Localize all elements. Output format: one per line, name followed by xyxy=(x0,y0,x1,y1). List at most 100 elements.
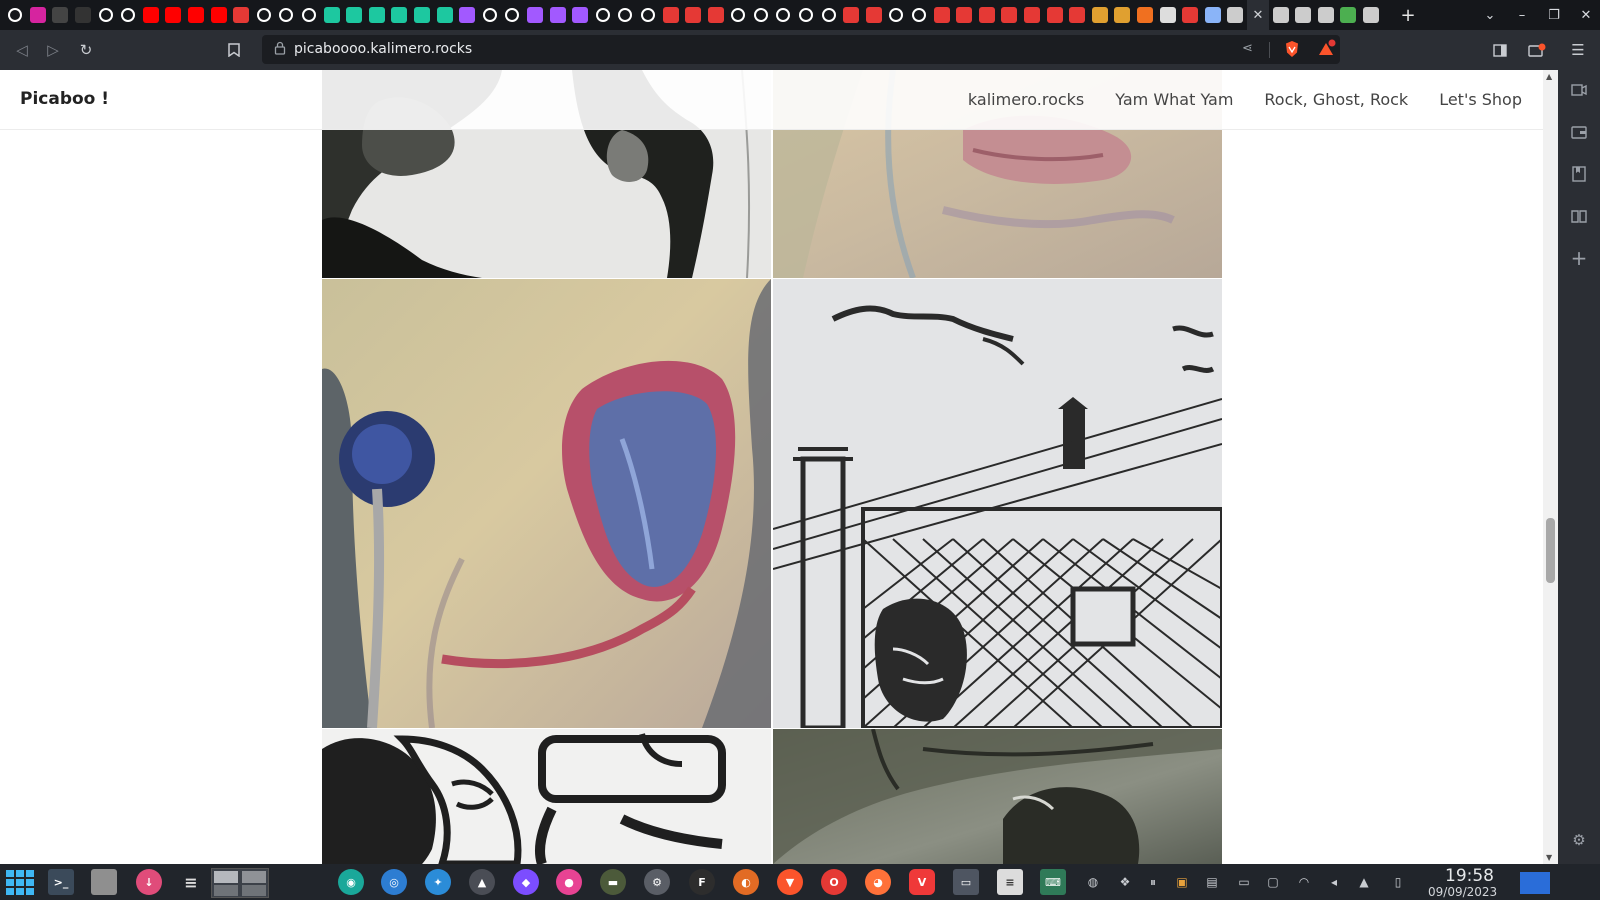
obsidian-icon[interactable]: ◆ xyxy=(513,869,539,895)
browser-tab[interactable] xyxy=(591,0,614,30)
browser-tab[interactable] xyxy=(298,0,321,30)
share-icon[interactable]: ⋖ xyxy=(1242,41,1253,56)
figma-icon[interactable]: F xyxy=(689,869,715,895)
browser-tab[interactable] xyxy=(1043,0,1066,30)
forward-icon[interactable]: ▷ xyxy=(43,40,63,60)
browser-tab[interactable] xyxy=(817,0,840,30)
browser-tab[interactable] xyxy=(162,0,185,30)
browser-tab[interactable] xyxy=(1224,0,1247,30)
browser-tab[interactable] xyxy=(366,0,389,30)
browser-tab[interactable] xyxy=(1111,0,1134,30)
browser-tab[interactable] xyxy=(27,0,50,30)
browser-tab[interactable] xyxy=(976,0,999,30)
zed-icon[interactable]: ≡ xyxy=(178,869,204,895)
add-panel-icon[interactable]: + xyxy=(1569,246,1589,270)
clock-time[interactable]: 19:58 xyxy=(1445,866,1494,886)
browser-tab[interactable] xyxy=(659,0,682,30)
browser-tab[interactable] xyxy=(1201,0,1224,30)
browser-tab[interactable] xyxy=(1179,0,1202,30)
browser-tab[interactable] xyxy=(1314,0,1337,30)
browser-tab[interactable] xyxy=(1089,0,1112,30)
vpn-icon[interactable]: ▲ xyxy=(469,869,495,895)
browser-tab[interactable] xyxy=(140,0,163,30)
browser-tab[interactable] xyxy=(253,0,276,30)
colors-icon[interactable]: ● xyxy=(556,869,582,895)
back-icon[interactable]: ◁ xyxy=(12,40,32,60)
browser-tab[interactable] xyxy=(614,0,637,30)
tab-search-icon[interactable]: ⌄ xyxy=(1482,8,1498,23)
firefox-icon[interactable]: ◕ xyxy=(865,869,891,895)
clock-date[interactable]: 09/09/2023 xyxy=(1428,885,1497,899)
browser-tab[interactable] xyxy=(275,0,298,30)
artwork-ink-water-tower[interactable] xyxy=(773,279,1222,728)
wallet-panel-icon[interactable] xyxy=(1569,122,1589,142)
downloader-icon[interactable]: ↓ xyxy=(136,869,162,895)
phone-icon[interactable]: ▯ xyxy=(1390,874,1406,890)
browser-tab[interactable] xyxy=(320,0,343,30)
browser-tab[interactable] xyxy=(1066,0,1089,30)
browser-tab[interactable] xyxy=(930,0,953,30)
workspaces-icon[interactable] xyxy=(211,868,269,898)
browser-tab[interactable] xyxy=(840,0,863,30)
settings-icon[interactable]: ⚙ xyxy=(644,869,670,895)
browser-tab[interactable] xyxy=(1156,0,1179,30)
browser-tab[interactable] xyxy=(1021,0,1044,30)
keyboard-icon[interactable]: ⌨ xyxy=(1040,869,1066,895)
browser-tab[interactable] xyxy=(411,0,434,30)
nav-link-lets-shop[interactable]: Let's Shop xyxy=(1439,90,1522,109)
dropbox-icon[interactable]: ❖ xyxy=(1117,874,1133,890)
start-menu-icon[interactable] xyxy=(6,870,34,896)
browser-tab[interactable] xyxy=(433,0,456,30)
browser-tab[interactable] xyxy=(230,0,253,30)
browser-tab[interactable] xyxy=(704,0,727,30)
browser-tab[interactable] xyxy=(1269,0,1292,30)
brave-shields-icon[interactable] xyxy=(1282,39,1302,59)
page-scrollbar[interactable]: ▲ ▼ xyxy=(1543,70,1558,864)
nav-link-yam-what-yam[interactable]: Yam What Yam xyxy=(1115,90,1233,109)
browser-tab[interactable] xyxy=(4,0,27,30)
files-icon[interactable] xyxy=(91,869,117,895)
wifi-icon[interactable]: ◠ xyxy=(1296,874,1312,890)
minimize-button[interactable]: – xyxy=(1514,8,1530,23)
scroll-down-arrow-icon[interactable]: ▼ xyxy=(1546,853,1552,862)
nav-link-rock-ghost-rock[interactable]: Rock, Ghost, Rock xyxy=(1264,90,1408,109)
bookmarks-panel-icon[interactable] xyxy=(1569,164,1589,184)
browser-tab[interactable] xyxy=(569,0,592,30)
browser-tab[interactable] xyxy=(1360,0,1383,30)
nav-link-kalimero[interactable]: kalimero.rocks xyxy=(968,90,1084,109)
browser-tab[interactable] xyxy=(750,0,773,30)
app-orange-icon[interactable]: ◐ xyxy=(733,869,759,895)
clipboard-tray-icon[interactable]: ▤ xyxy=(1204,874,1220,890)
browser-icon[interactable]: ◎ xyxy=(381,869,407,895)
artwork-charcoal-figure[interactable] xyxy=(773,729,1222,864)
show-desktop-icon[interactable] xyxy=(1520,872,1550,894)
reading-list-icon[interactable] xyxy=(1569,206,1589,226)
globe-icon[interactable]: ◍ xyxy=(1085,874,1101,890)
browser-tab[interactable] xyxy=(682,0,705,30)
browser-tab[interactable] xyxy=(501,0,524,30)
browser-tab[interactable] xyxy=(207,0,230,30)
browser-tab[interactable] xyxy=(117,0,140,30)
browser-tab[interactable] xyxy=(1292,0,1315,30)
site-title[interactable]: Picaboo ! xyxy=(20,89,109,109)
clipboard-icon[interactable]: ≡ xyxy=(997,869,1023,895)
volume-icon[interactable]: ◂ xyxy=(1326,874,1342,890)
url-text[interactable]: picaboooo.kalimero.rocks xyxy=(294,41,472,57)
menu-icon[interactable]: ☰ xyxy=(1568,40,1588,60)
browser-tab[interactable] xyxy=(1134,0,1157,30)
browser-tab[interactable] xyxy=(885,0,908,30)
browser-tab[interactable] xyxy=(185,0,208,30)
package-icon[interactable]: ▣ xyxy=(1174,874,1190,890)
opera-icon[interactable]: O xyxy=(821,869,847,895)
wallet-icon[interactable] xyxy=(1527,40,1547,60)
monitor-icon[interactable]: ▭ xyxy=(953,869,979,895)
browser-tab[interactable] xyxy=(478,0,501,30)
artwork-ink-comic-face[interactable] xyxy=(322,729,771,864)
browser-tab[interactable] xyxy=(772,0,795,30)
settings-gear-icon[interactable]: ⚙ xyxy=(1569,830,1589,850)
browser-tab[interactable] xyxy=(863,0,886,30)
browser-tab[interactable] xyxy=(49,0,72,30)
address-bar[interactable]: picaboooo.kalimero.rocks ⋖ xyxy=(262,35,1340,64)
browser-tab[interactable] xyxy=(637,0,660,30)
browser-tab[interactable] xyxy=(953,0,976,30)
